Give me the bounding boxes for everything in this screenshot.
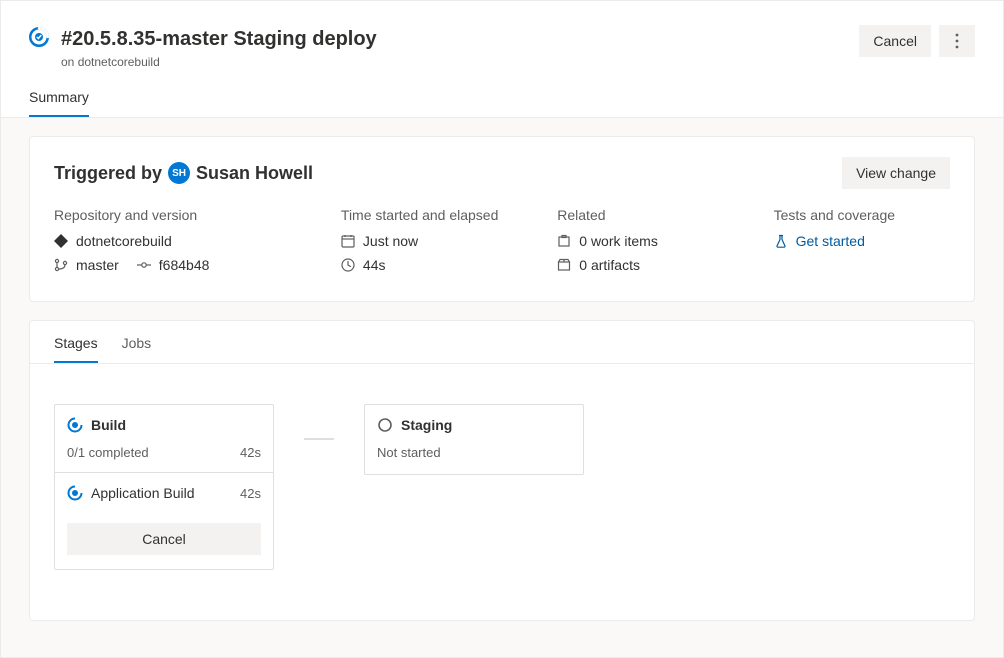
stage-build-duration: 42s <box>240 445 261 460</box>
stages-graph: Build 0/1 completed 42s Application Buil… <box>30 364 974 620</box>
stage-connector <box>304 438 334 440</box>
page-title: #20.5.8.35-master Staging deploy <box>61 25 859 53</box>
stage-build-cancel-row: Cancel <box>55 513 273 569</box>
empty-circle-icon <box>377 417 393 433</box>
info-grid: Repository and version dotnetcorebuild m… <box>54 207 950 281</box>
header: #20.5.8.35-master Staging deploy on dotn… <box>1 1 1003 69</box>
time-started-row: Just now <box>341 233 517 249</box>
subtitle-repo: dotnetcorebuild <box>78 55 160 69</box>
time-heading: Time started and elapsed <box>341 207 517 223</box>
branch-name: master <box>76 257 119 273</box>
spinner-icon <box>67 485 83 501</box>
stage-build-progress: 0/1 completed <box>67 445 149 460</box>
repo-name: dotnetcorebuild <box>76 233 172 249</box>
cancel-run-button[interactable]: Cancel <box>859 25 931 57</box>
summary-card: Triggered by SH Susan Howell View change… <box>29 136 975 302</box>
calendar-icon <box>341 234 355 248</box>
tests-get-started-row[interactable]: Get started <box>774 233 950 249</box>
job-name: Application Build <box>91 485 195 501</box>
job-duration: 42s <box>240 486 261 501</box>
info-col-tests: Tests and coverage Get started <box>774 207 950 281</box>
repo-icon <box>54 234 68 248</box>
stage-staging[interactable]: Staging Not started <box>364 404 584 475</box>
info-col-repo: Repository and version dotnetcorebuild m… <box>54 207 301 281</box>
info-col-related: Related 0 work items 0 artifacts <box>557 207 733 281</box>
flask-icon <box>774 234 788 248</box>
summary-card-header: Triggered by SH Susan Howell View change <box>54 157 950 189</box>
stages-card: Stages Jobs Build 0/1 completed 42s <box>29 320 975 621</box>
artifacts-count: 0 artifacts <box>579 257 640 273</box>
clock-icon <box>341 258 355 272</box>
work-items-count: 0 work items <box>579 233 658 249</box>
stage-staging-status: Not started <box>377 445 441 460</box>
pipeline-run-page: #20.5.8.35-master Staging deploy on dotn… <box>0 0 1004 658</box>
page-subtitle: on dotnetcorebuild <box>61 55 859 69</box>
stage-staging-substatus: Not started <box>365 445 583 474</box>
branch-commit-row[interactable]: master f684b48 <box>54 257 301 273</box>
header-actions: Cancel <box>859 25 975 57</box>
stage-cancel-button[interactable]: Cancel <box>67 523 261 555</box>
time-elapsed: 44s <box>363 257 386 273</box>
get-started-link[interactable]: Get started <box>796 233 865 249</box>
related-heading: Related <box>557 207 733 223</box>
info-col-time: Time started and elapsed Just now 44s <box>341 207 517 281</box>
repo-name-row[interactable]: dotnetcorebuild <box>54 233 301 249</box>
stage-build-name: Build <box>91 417 126 433</box>
title-block: #20.5.8.35-master Staging deploy on dotn… <box>61 25 859 69</box>
tab-jobs[interactable]: Jobs <box>122 335 152 363</box>
content-area: Triggered by SH Susan Howell View change… <box>1 118 1003 657</box>
artifact-icon <box>557 258 571 272</box>
workitem-icon <box>557 234 571 248</box>
stage-build-job[interactable]: Application Build 42s <box>55 472 273 513</box>
stage-build-substatus: 0/1 completed 42s <box>55 445 273 472</box>
view-change-button[interactable]: View change <box>842 157 950 189</box>
tab-summary[interactable]: Summary <box>29 83 89 117</box>
commit-sha: f684b48 <box>159 257 210 273</box>
time-elapsed-row: 44s <box>341 257 517 273</box>
stages-tabs: Stages Jobs <box>30 321 974 364</box>
artifacts-row[interactable]: 0 artifacts <box>557 257 733 273</box>
subtitle-prefix: on <box>61 55 74 69</box>
avatar: SH <box>168 162 190 184</box>
run-status-spinner-icon <box>29 27 49 47</box>
stage-build-header: Build <box>55 405 273 445</box>
stage-staging-name: Staging <box>401 417 452 433</box>
triggered-prefix: Triggered by <box>54 163 162 184</box>
triggered-by: Triggered by SH Susan Howell <box>54 162 842 184</box>
work-items-row[interactable]: 0 work items <box>557 233 733 249</box>
main-tabs: Summary <box>1 69 1003 118</box>
spinner-icon <box>67 417 83 433</box>
commit-icon <box>137 258 151 272</box>
triggered-user-name: Susan Howell <box>196 163 313 184</box>
tab-stages[interactable]: Stages <box>54 335 98 363</box>
stage-staging-header: Staging <box>365 405 583 445</box>
stage-build[interactable]: Build 0/1 completed 42s Application Buil… <box>54 404 274 570</box>
more-vertical-icon <box>955 33 959 49</box>
time-started: Just now <box>363 233 418 249</box>
tests-heading: Tests and coverage <box>774 207 950 223</box>
repo-heading: Repository and version <box>54 207 301 223</box>
branch-icon <box>54 258 68 272</box>
more-actions-button[interactable] <box>939 25 975 57</box>
